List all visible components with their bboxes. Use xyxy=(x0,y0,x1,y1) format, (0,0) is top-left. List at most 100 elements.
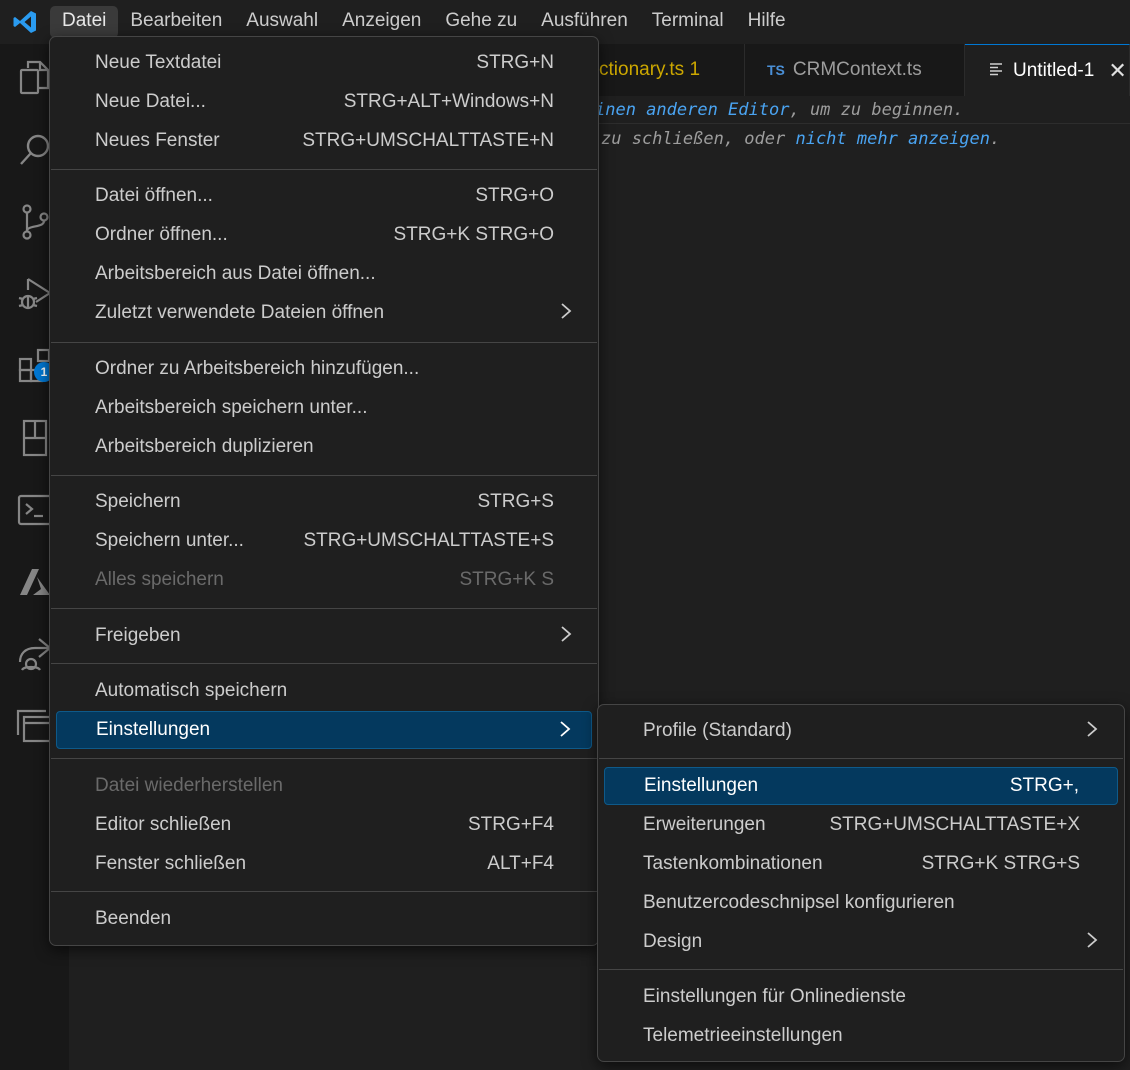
menu-item-new-file[interactable]: Neue Datei... STRG+ALT+Windows+N xyxy=(56,83,592,121)
menu-item-shortcut: STRG+UMSCHALTTASTE+N xyxy=(302,130,554,151)
menu-item-label: Editor schließen xyxy=(95,814,232,835)
menu-item-save-workspace-as[interactable]: Arbeitsbereich speichern unter... xyxy=(56,389,592,427)
menu-separator xyxy=(51,663,597,664)
menu-item-label: Benutzercodeschnipsel konfigurieren xyxy=(643,892,955,913)
hint-text: zu schließen, oder xyxy=(601,129,796,149)
menu-bearbeiten[interactable]: Bearbeiten xyxy=(118,6,234,38)
text-file-icon xyxy=(989,60,1003,82)
menu-item-shortcut: ALT+F4 xyxy=(487,853,554,874)
menu-item-shortcut: STRG+O xyxy=(475,185,554,206)
menu-item-shortcut: STRG+K STRG+S xyxy=(921,853,1080,874)
menu-item-telemetry[interactable]: Telemetrieeinstellungen xyxy=(604,1017,1118,1055)
menu-item-keybindings[interactable]: Tastenkombinationen STRG+K STRG+S xyxy=(604,845,1118,883)
menu-item-add-folder[interactable]: Ordner zu Arbeitsbereich hinzufügen... xyxy=(56,350,592,388)
editor-hint-line-1: inen anderen Editor, um zu beginnen. xyxy=(595,100,963,120)
menu-item-open-recent[interactable]: Zuletzt verwendete Dateien öffnen xyxy=(56,294,592,332)
menu-separator xyxy=(51,758,597,759)
menu-item-revert-file: Datei wiederherstellen xyxy=(56,767,592,805)
menu-item-label: Einstellungen xyxy=(96,719,211,740)
menu-item-label: Arbeitsbereich aus Datei öffnen... xyxy=(95,263,376,284)
menu-separator xyxy=(599,758,1123,759)
menu-anzeigen[interactable]: Anzeigen xyxy=(330,6,433,38)
chevron-right-icon xyxy=(1086,720,1098,744)
menu-item-extensions[interactable]: Erweiterungen STRG+UMSCHALTTASTE+X xyxy=(604,806,1118,844)
hint-text: . xyxy=(989,129,1001,149)
menu-item-snippets[interactable]: Benutzercodeschnipsel konfigurieren xyxy=(604,884,1118,922)
menu-item-label: Speichern unter... xyxy=(95,530,244,551)
menu-separator xyxy=(51,169,597,170)
preferences-submenu: Profile (Standard) Einstellungen STRG+, E… xyxy=(597,704,1125,1062)
menu-item-open-folder[interactable]: Ordner öffnen... STRG+K STRG+O xyxy=(56,216,592,254)
menu-terminal[interactable]: Terminal xyxy=(640,6,736,38)
menu-item-preferences[interactable]: Einstellungen xyxy=(56,711,592,749)
current-line-highlight xyxy=(595,123,1130,124)
menu-auswahl[interactable]: Auswahl xyxy=(234,6,330,38)
menu-item-label: Alles speichern xyxy=(95,569,224,590)
menu-item-online-services[interactable]: Einstellungen für Onlinedienste xyxy=(604,978,1118,1016)
hint-text: , um zu beginnen. xyxy=(789,100,964,120)
menu-item-shortcut: STRG+, xyxy=(1009,775,1079,796)
menu-item-shortcut: STRG+S xyxy=(477,491,554,512)
menu-item-save-all: Alles speichern STRG+K S xyxy=(56,561,592,599)
menu-separator xyxy=(51,608,597,609)
choose-editor-link[interactable]: inen anderen Editor xyxy=(595,100,789,120)
menu-item-label: Freigeben xyxy=(95,625,181,646)
menu-item-label: Beenden xyxy=(95,908,172,929)
menu-item-label: Einstellungen xyxy=(644,775,759,796)
tab-label: CRMContext.ts xyxy=(792,59,922,80)
menu-item-close-editor[interactable]: Editor schließen STRG+F4 xyxy=(56,806,592,844)
chevron-right-icon xyxy=(559,720,571,744)
menu-item-share[interactable]: Freigeben xyxy=(56,617,592,655)
menu-separator xyxy=(599,969,1123,970)
menu-datei[interactable]: Datei xyxy=(50,6,119,38)
menu-item-label: Speichern xyxy=(95,491,181,512)
menu-ausfuehren[interactable]: Ausführen xyxy=(529,6,640,38)
menu-item-open-file[interactable]: Datei öffnen... STRG+O xyxy=(56,177,592,215)
menu-item-shortcut: STRG+F4 xyxy=(467,814,554,835)
menu-item-save-as[interactable]: Speichern unter... STRG+UMSCHALTTASTE+S xyxy=(56,522,592,560)
menu-separator xyxy=(51,475,597,476)
tab-crmcontext[interactable]: TS CRMContext.ts xyxy=(745,44,965,96)
close-tab-icon[interactable]: ✕ xyxy=(1108,58,1126,84)
menu-item-label: Neues Fenster xyxy=(95,130,220,151)
menu-separator xyxy=(51,342,597,343)
chevron-right-icon xyxy=(560,302,572,326)
menu-item-exit[interactable]: Beenden xyxy=(56,900,592,938)
menu-gehe-zu[interactable]: Gehe zu xyxy=(433,6,529,38)
menu-item-new-window[interactable]: Neues Fenster STRG+UMSCHALTTASTE+N xyxy=(56,122,592,160)
menu-item-shortcut: STRG+N xyxy=(476,52,554,73)
menu-item-label: Telemetrieeinstellungen xyxy=(643,1025,843,1046)
menu-item-new-text-file[interactable]: Neue Textdatei STRG+N xyxy=(56,44,592,82)
menu-item-auto-save[interactable]: Automatisch speichern xyxy=(56,672,592,710)
menu-item-save[interactable]: Speichern STRG+S xyxy=(56,483,592,521)
menu-item-shortcut: STRG+UMSCHALTTASTE+X xyxy=(829,814,1080,835)
menu-item-label: Design xyxy=(643,931,703,952)
menu-item-shortcut: STRG+UMSCHALTTASTE+S xyxy=(303,530,554,551)
tab-label: Untitled-1 xyxy=(1013,59,1095,81)
menu-item-label: Fenster schließen xyxy=(95,853,247,874)
menu-item-shortcut: STRG+K S xyxy=(459,569,555,590)
menu-item-duplicate-workspace[interactable]: Arbeitsbereich duplizieren xyxy=(56,428,592,466)
menu-item-settings[interactable]: Einstellungen STRG+, xyxy=(604,767,1118,805)
dont-show-again-link[interactable]: nicht mehr anzeigen xyxy=(795,129,989,149)
menu-item-label: Erweiterungen xyxy=(643,814,766,835)
menu-item-label: Datei öffnen... xyxy=(95,185,213,206)
menu-item-close-window[interactable]: Fenster schließen ALT+F4 xyxy=(56,845,592,883)
chevron-right-icon xyxy=(560,625,572,649)
menu-hilfe[interactable]: Hilfe xyxy=(736,6,798,38)
menu-item-label: Zuletzt verwendete Dateien öffnen xyxy=(95,302,385,323)
vscode-logo-icon[interactable] xyxy=(0,0,50,44)
menu-item-shortcut: STRG+K STRG+O xyxy=(393,224,554,245)
typescript-file-icon: TS xyxy=(767,62,785,78)
menu-item-label: Automatisch speichern xyxy=(95,680,288,701)
menu-item-theme[interactable]: Design xyxy=(604,923,1118,961)
menu-item-label: Arbeitsbereich speichern unter... xyxy=(95,397,368,418)
menu-item-open-workspace[interactable]: Arbeitsbereich aus Datei öffnen... xyxy=(56,255,592,293)
tab-untitled[interactable]: Untitled-1 ✕ xyxy=(965,44,1130,96)
menu-item-label: Einstellungen für Onlinedienste xyxy=(643,986,907,1007)
menu-item-profile[interactable]: Profile (Standard) xyxy=(604,712,1118,750)
tab-dictionary[interactable]: ctionary.ts 1 xyxy=(597,44,745,96)
menu-item-label: Arbeitsbereich duplizieren xyxy=(95,436,314,457)
menu-item-label: Profile (Standard) xyxy=(643,720,792,741)
editor-hint-line-2: zu schließen, oder nicht mehr anzeigen. xyxy=(601,129,1000,149)
